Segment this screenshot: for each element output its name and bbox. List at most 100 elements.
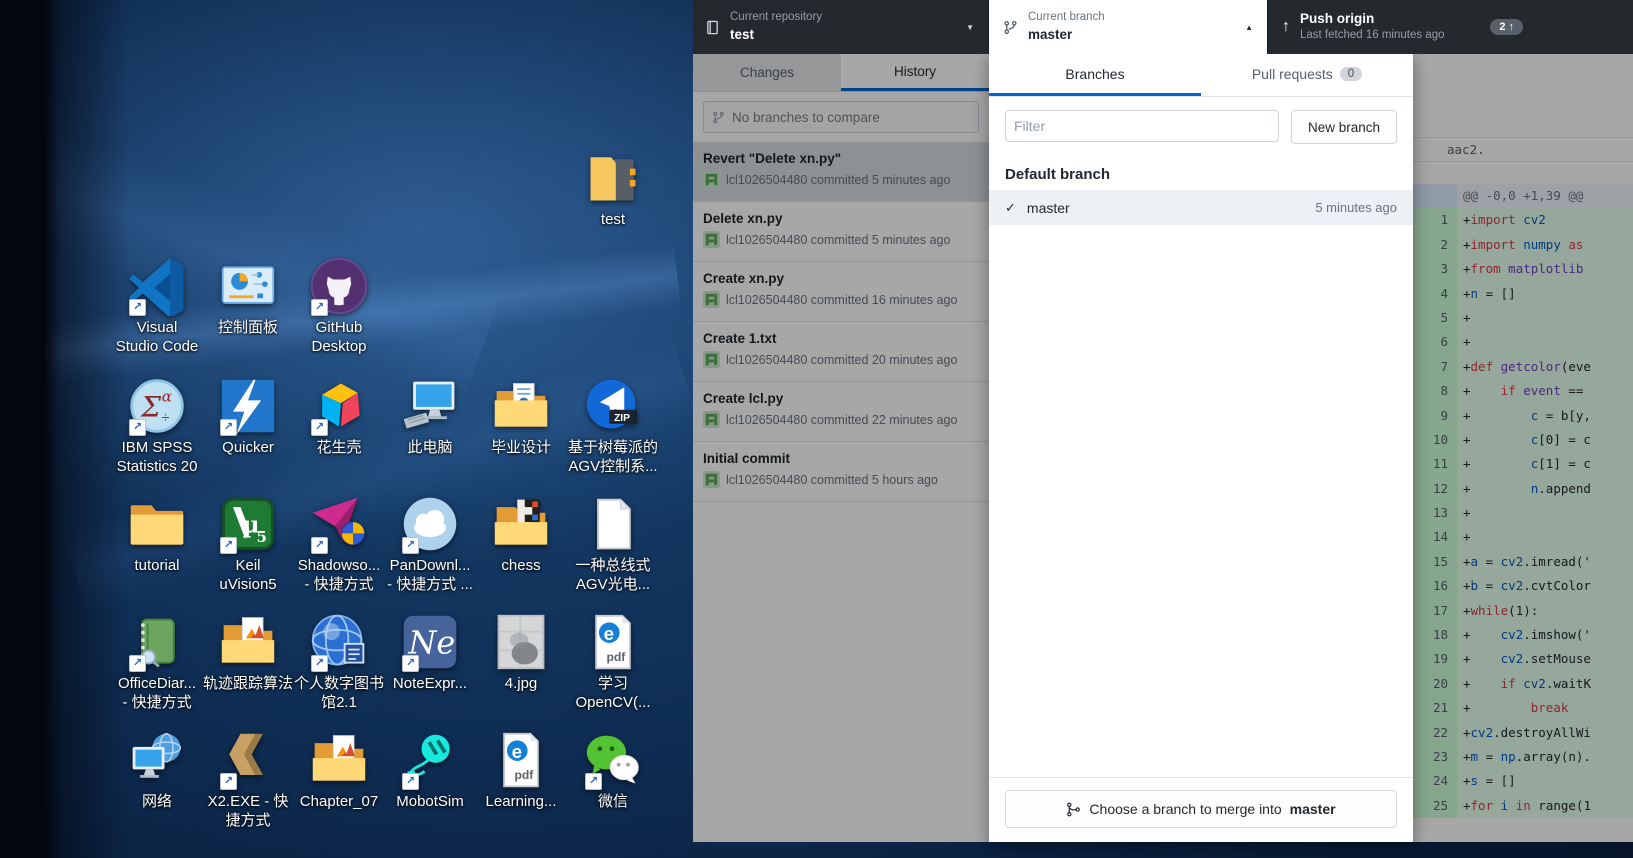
globe-icon: ↗ — [309, 612, 369, 672]
desktop-icon[interactable]: ↗ 微信 — [557, 730, 669, 812]
push-origin-button[interactable]: ↑ Push origin Last fetched 16 minutes ag… — [1267, 0, 1633, 54]
commit-author-avatar — [703, 351, 720, 368]
desktop-icon[interactable]: e pdf 学习 OpenCV(... — [557, 612, 669, 713]
diff-line-code: +def getcolor(eve — [1457, 354, 1633, 380]
choose-branch-to-merge-button[interactable]: Choose a branch to merge into master — [1005, 790, 1397, 828]
current-branch-button[interactable]: Current branch master ▲ — [989, 0, 1267, 54]
wechat-icon: ↗ — [583, 730, 643, 790]
merge-target-branch: master — [1289, 801, 1336, 817]
diff-line-number: 18 — [1413, 623, 1457, 648]
diff-line-code: +m = np.array(n). — [1457, 744, 1633, 770]
desktop-icon[interactable]: 一种总线式 AGV光电... — [557, 494, 669, 595]
compare-branch-input[interactable]: No branches to compare — [703, 101, 979, 133]
panel-empty-space — [989, 225, 1413, 777]
tab-changes[interactable]: Changes — [693, 54, 841, 91]
diff-line-code: +from matplotlib — [1457, 257, 1633, 282]
diff-hunk-header: @@ -0,0 +1,39 @@ — [1413, 184, 1633, 209]
shortcut-arrow-icon: ↗ — [402, 655, 419, 672]
branch-row-master[interactable]: ✓ master 5 minutes ago — [989, 190, 1413, 225]
doc-icon — [583, 494, 643, 554]
diff-line-number — [1413, 184, 1457, 209]
diff-line-number: 1 — [1413, 208, 1457, 233]
commit-history-list: Revert "Delete xn.py" lcl1026504480 comm… — [693, 142, 989, 502]
desktop-icon[interactable]: ↗ GitHub Desktop — [283, 256, 395, 357]
diff-line-number: 3 — [1413, 257, 1457, 282]
ne-icon: Ne ↗ — [400, 612, 460, 672]
diff-line: 13 + — [1413, 501, 1633, 526]
folder-docs-icon — [491, 376, 551, 436]
new-branch-button[interactable]: New branch — [1290, 110, 1397, 144]
desktop-icon-label: GitHub Desktop — [311, 319, 367, 355]
tab-history[interactable]: History — [841, 54, 989, 91]
diff-line: 23 +m = np.array(n). — [1413, 744, 1633, 770]
commit-title: Revert "Delete xn.py" — [703, 151, 842, 166]
push-title: Push origin — [1300, 11, 1375, 27]
history-commit-row[interactable]: Create 1.txt lcl1026504480 committed 20 … — [693, 322, 989, 382]
diff-line-list: @@ -0,0 +1,39 @@ 1 +import cv2 2 +import… — [1413, 184, 1633, 819]
history-commit-row[interactable]: Create lcl.py lcl1026504480 committed 22… — [693, 382, 989, 442]
cloud-icon: ↗ — [400, 494, 460, 554]
diff-line-number: 17 — [1413, 598, 1457, 624]
push-subtitle: Last fetched 16 minutes ago — [1300, 29, 1445, 42]
history-column: Changes History No branches to compare R… — [693, 54, 989, 842]
diff-line: 17 +while(1): — [1413, 598, 1633, 624]
diff-line: 9 + c = b[y, — [1413, 403, 1633, 428]
branch-label: Current branch — [1028, 11, 1105, 24]
diff-line-code: + n.append — [1457, 476, 1633, 502]
folder-icon — [127, 494, 187, 554]
diff-line: 3 +from matplotlib — [1413, 257, 1633, 282]
diff-line-code: +a = cv2.imread(' — [1457, 549, 1633, 575]
diff-line-code: +b = cv2.cvtColor — [1457, 574, 1633, 599]
diff-line-code: + cv2.setMouse — [1457, 647, 1633, 672]
diff-line-code: + — [1457, 330, 1633, 355]
branch-name: master — [1028, 26, 1073, 42]
cube-icon: ↗ — [309, 376, 369, 436]
commit-title: Create xn.py — [703, 271, 785, 286]
tab-branches[interactable]: Branches — [989, 54, 1201, 96]
diff-line-number: 23 — [1413, 744, 1457, 770]
merge-icon — [1066, 802, 1081, 817]
diff-line-number: 19 — [1413, 647, 1457, 672]
folder-open-icon — [583, 148, 643, 208]
diff-line: 22 +cv2.destroyAllWi — [1413, 720, 1633, 745]
history-commit-row[interactable]: Delete xn.py lcl1026504480 committed 5 m… — [693, 202, 989, 262]
diff-line-code: + — [1457, 501, 1633, 526]
folder-chess-icon — [491, 494, 551, 554]
github-desktop-titlebar: Current repository test ▼ Current branch… — [693, 0, 1633, 54]
tab-pull-requests[interactable]: Pull requests 0 — [1201, 54, 1413, 96]
history-commit-row[interactable]: Initial commit lcl1026504480 committed 5… — [693, 442, 989, 502]
pdf-icon: e pdf — [491, 730, 551, 790]
desktop-icon-label: 学习 OpenCV(... — [575, 675, 651, 711]
commit-title: Create lcl.py — [703, 391, 784, 406]
default-branch-heading: Default branch — [1005, 166, 1111, 183]
zipball-icon: ZIP — [583, 376, 643, 436]
history-commit-row[interactable]: Create xn.py lcl1026504480 committed 16 … — [693, 262, 989, 322]
branch-filter-input[interactable] — [1005, 110, 1279, 142]
svg-text:α: α — [162, 387, 172, 405]
desktop-icon[interactable]: test — [557, 148, 669, 230]
shortcut-arrow-icon: ↗ — [311, 537, 328, 554]
desktop-icon-label: 一种总线式 AGV光电... — [575, 557, 651, 593]
repo-icon — [705, 20, 720, 35]
commit-meta: lcl1026504480 committed 5 minutes ago — [726, 172, 951, 187]
x2-icon: ↗ — [218, 730, 278, 790]
history-commit-row[interactable]: Revert "Delete xn.py" lcl1026504480 comm… — [693, 142, 989, 202]
branch-row-name: master — [1026, 199, 1070, 216]
branch-icon — [712, 111, 725, 124]
branch-row-time: 5 minutes ago — [1315, 200, 1397, 215]
diff-line-number: 15 — [1413, 549, 1457, 575]
desktop-icon[interactable]: ZIP 基于树莓派的 AGV控制系... — [557, 376, 669, 477]
network-icon — [127, 730, 187, 790]
diff-line: 7 +def getcolor(eve — [1413, 354, 1633, 380]
diff-line: 11 + c[1] = c — [1413, 452, 1633, 477]
keil-icon: µ 5 ↗ — [218, 494, 278, 554]
diff-line: 12 + n.append — [1413, 476, 1633, 502]
diff-line: 19 + cv2.setMouse — [1413, 647, 1633, 672]
current-repository-button[interactable]: Current repository test ▼ — [693, 0, 989, 54]
svg-text:pdf: pdf — [514, 768, 534, 782]
desktop-icon-label: 微信 — [597, 793, 628, 810]
desktop-icon-label: 基于树莓派的 AGV控制系... — [567, 439, 658, 475]
diff-line-number: 13 — [1413, 501, 1457, 526]
push-count-badge: 2 ↑ — [1490, 19, 1523, 35]
diff-line-number: 16 — [1413, 574, 1457, 599]
